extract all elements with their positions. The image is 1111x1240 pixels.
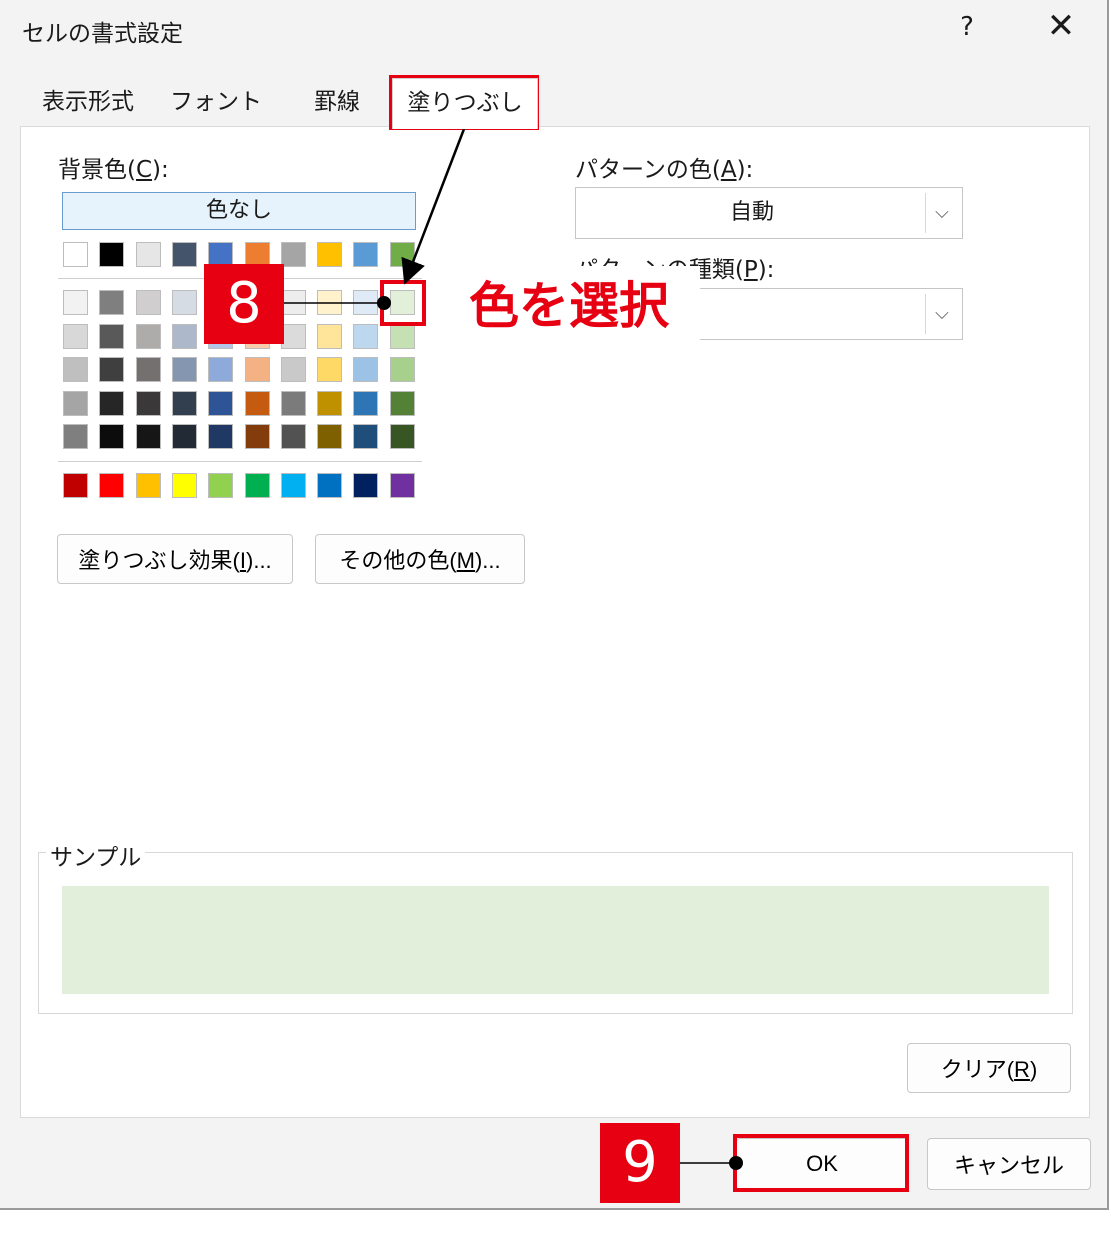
tab-fill[interactable]: 塗りつぶし [392,78,538,129]
annotation-arrows [284,128,743,1170]
step9-connector-dot [729,1156,743,1170]
step8-connector-dot [377,296,391,310]
tab-to-color-arrow [401,128,466,285]
